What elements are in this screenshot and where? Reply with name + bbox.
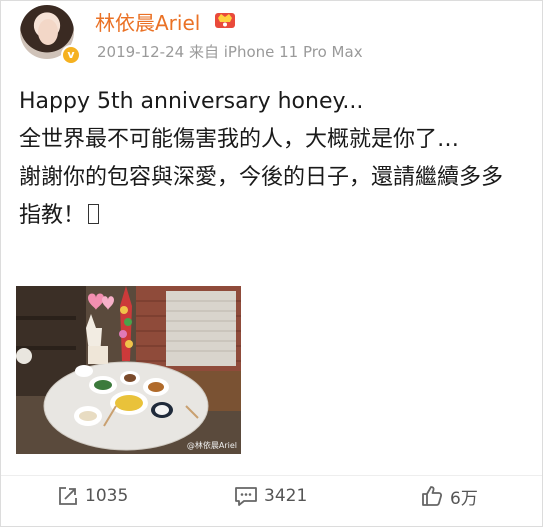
like-button[interactable]: 6万 — [420, 482, 478, 510]
share-icon — [59, 487, 77, 505]
thumbs-up-icon — [422, 486, 443, 506]
comment-icon — [235, 487, 257, 506]
like-count: 6万 — [450, 488, 478, 509]
post-line: 謝謝你的包容與深愛，今後的日子，還請繼續多多指教！ — [19, 159, 524, 235]
weibo-post-card: v 林依晨Ariel 2019-12-24 来自 iPhone 11 Pro M… — [0, 0, 543, 527]
verified-badge-icon: v — [61, 45, 81, 65]
action-bar: 1035 3421 6万 — [1, 475, 542, 518]
comment-button[interactable]: 3421 — [234, 482, 307, 510]
photo-illustration — [16, 286, 241, 454]
missing-emoji-icon — [88, 204, 100, 224]
username[interactable]: 林依晨Ariel — [95, 7, 200, 36]
post-text: Happy 5th anniversary honey... 全世界最不可能傷害… — [19, 83, 524, 235]
post-photo[interactable]: @林依晨Ariel — [16, 286, 241, 454]
comment-count: 3421 — [264, 486, 308, 506]
vip-badge-icon[interactable] — [214, 9, 236, 29]
post-meta: 2019-12-24 来自 iPhone 11 Pro Max — [97, 41, 363, 62]
repost-count: 1035 — [85, 486, 129, 506]
repost-button[interactable]: 1035 — [57, 482, 128, 510]
photo-watermark: @林依晨Ariel — [186, 441, 237, 450]
post-source: 来自 iPhone 11 Pro Max — [188, 43, 363, 61]
post-timestamp: 2019-12-24 — [97, 43, 185, 61]
post-line: 全世界最不可能傷害我的人，大概就是你了… — [19, 127, 460, 152]
post-line: Happy 5th anniversary honey... — [19, 89, 364, 114]
